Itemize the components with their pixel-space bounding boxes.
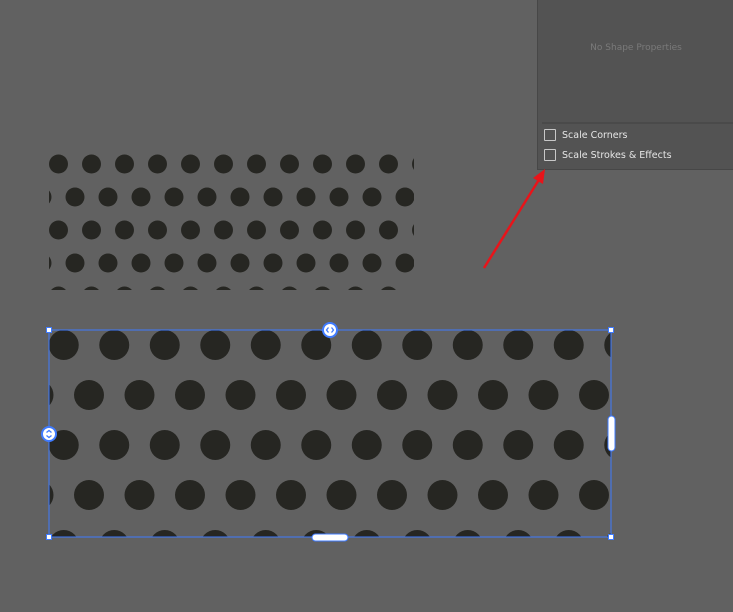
right-resize-handle[interactable]	[607, 415, 616, 452]
corner-handle-top-right[interactable]	[608, 327, 614, 333]
small-dot-pattern-shape[interactable]	[49, 152, 414, 290]
bottom-resize-handle[interactable]	[311, 533, 349, 542]
red-arrow-annotation	[482, 169, 545, 269]
horizontal-offset-handle-icon[interactable]	[322, 322, 338, 338]
corner-handle-bottom-left[interactable]	[46, 534, 52, 540]
corner-handle-bottom-right[interactable]	[608, 534, 614, 540]
corner-handle-top-left[interactable]	[46, 327, 52, 333]
large-dot-pattern-shape[interactable]	[49, 330, 611, 537]
vertical-offset-handle-icon[interactable]	[41, 426, 57, 442]
canvas	[41, 152, 616, 542]
